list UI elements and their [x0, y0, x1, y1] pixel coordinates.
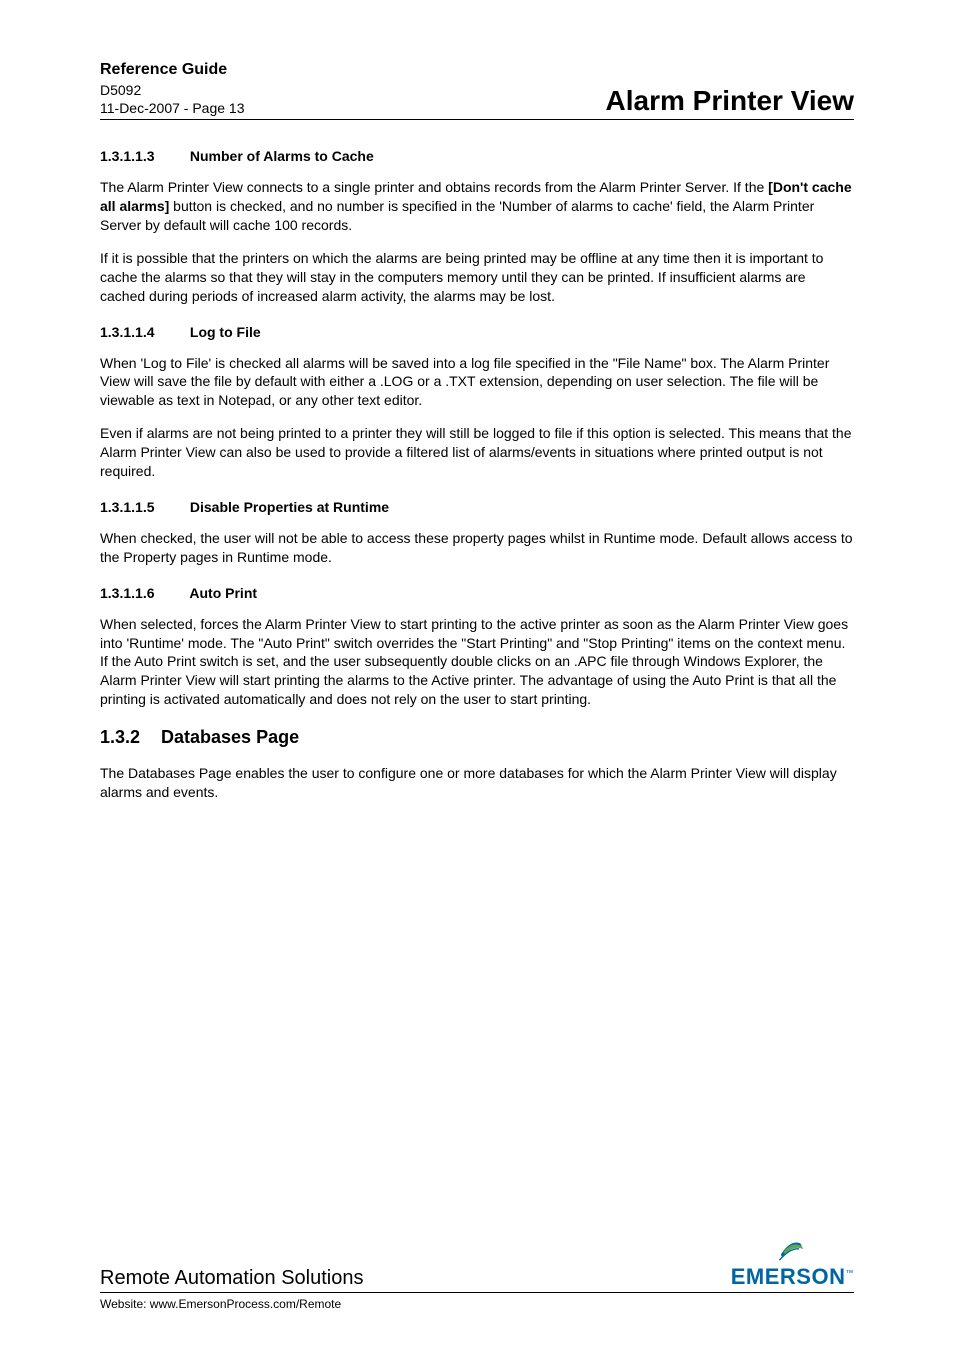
section-heading: 1.3.1.1.3 Number of Alarms to Cache [100, 148, 854, 164]
section-databases-page: 1.3.2 Databases Page The Databases Page … [100, 727, 854, 802]
paragraph: If it is possible that the printers on w… [100, 249, 854, 306]
h2-number: 1.3.2 [100, 727, 156, 748]
section-title: Disable Properties at Runtime [190, 499, 389, 515]
header-row: Reference Guide D5092 11-Dec-2007 - Page… [100, 60, 854, 117]
trademark-symbol: ™ [846, 1269, 855, 1278]
emerson-swoosh-icon [778, 1236, 806, 1262]
date-page: 11-Dec-2007 - Page 13 [100, 99, 245, 117]
website-url: Website: www.EmersonProcess.com/Remote [100, 1297, 854, 1311]
page-title: Alarm Printer View [606, 85, 854, 117]
paragraph: The Databases Page enables the user to c… [100, 764, 854, 802]
section-number: 1.3.1.1.3 [100, 148, 186, 164]
section-disable-properties: 1.3.1.1.5 Disable Properties at Runtime … [100, 499, 854, 567]
paragraph: Even if alarms are not being printed to … [100, 424, 854, 481]
page-footer: Remote Automation Solutions EMERSON™ Web… [100, 1236, 854, 1311]
paragraph: When 'Log to File' is checked all alarms… [100, 354, 854, 411]
section-number: 1.3.1.1.4 [100, 324, 186, 340]
section-auto-print: 1.3.1.1.6 Auto Print When selected, forc… [100, 585, 854, 709]
paragraph: When selected, forces the Alarm Printer … [100, 615, 854, 709]
section-number-of-alarms: 1.3.1.1.3 Number of Alarms to Cache The … [100, 148, 854, 305]
company-name: Remote Automation Solutions [100, 1267, 364, 1290]
h2-title: Databases Page [161, 727, 299, 747]
header-left: Reference Guide D5092 11-Dec-2007 - Page… [100, 60, 245, 117]
footer-row: Remote Automation Solutions EMERSON™ [100, 1236, 854, 1293]
text-span: button is checked, and no number is spec… [100, 198, 814, 233]
reference-guide-label: Reference Guide [100, 60, 245, 81]
section-log-to-file: 1.3.1.1.4 Log to File When 'Log to File'… [100, 324, 854, 481]
doc-id: D5092 [100, 81, 245, 99]
section-number: 1.3.1.1.6 [100, 585, 186, 601]
text-span: The Alarm Printer View connects to a sin… [100, 179, 768, 195]
section-title: Number of Alarms to Cache [190, 148, 374, 164]
section-number: 1.3.1.1.5 [100, 499, 186, 515]
section-title: Log to File [190, 324, 261, 340]
section-heading: 1.3.1.1.6 Auto Print [100, 585, 854, 601]
paragraph: When checked, the user will not be able … [100, 529, 854, 567]
h2-heading: 1.3.2 Databases Page [100, 727, 854, 748]
paragraph: The Alarm Printer View connects to a sin… [100, 178, 854, 235]
emerson-logo: EMERSON™ [731, 1236, 854, 1290]
section-heading: 1.3.1.1.5 Disable Properties at Runtime [100, 499, 854, 515]
logo-text: EMERSON [731, 1264, 846, 1289]
page-header: Reference Guide D5092 11-Dec-2007 - Page… [100, 60, 854, 120]
section-heading: 1.3.1.1.4 Log to File [100, 324, 854, 340]
emerson-logo-text: EMERSON™ [731, 1264, 854, 1290]
section-title: Auto Print [189, 585, 257, 601]
